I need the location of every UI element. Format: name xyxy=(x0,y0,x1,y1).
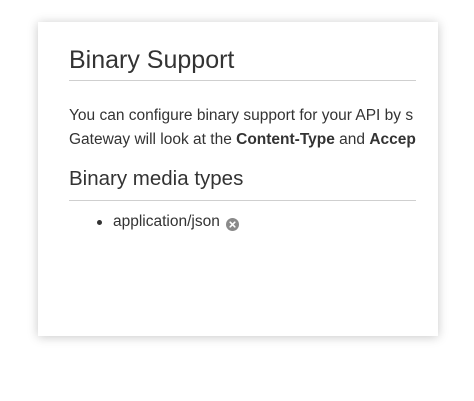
title-divider xyxy=(69,80,416,81)
subtitle-divider xyxy=(69,200,416,201)
panel-content: Binary Support You can configure binary … xyxy=(69,22,416,336)
description: You can configure binary support for you… xyxy=(69,104,416,152)
bullet xyxy=(97,220,102,225)
description-line-2-start: Gateway will look at the xyxy=(69,131,237,148)
remove-circle-icon[interactable] xyxy=(225,216,239,231)
binary-media-types-list: application/json xyxy=(69,211,239,233)
description-line-2-and: and xyxy=(334,131,370,148)
description-line-1: You can configure binary support for you… xyxy=(69,107,414,124)
binary-support-panel: Binary Support You can configure binary … xyxy=(38,22,438,336)
accept-term: Accep xyxy=(369,131,416,148)
page-title: Binary Support xyxy=(69,46,235,74)
media-type-value: application/json xyxy=(113,213,220,230)
binary-media-types-heading: Binary media types xyxy=(69,167,244,190)
list-item: application/json xyxy=(69,211,239,233)
content-type-term: Content-Type xyxy=(236,131,335,148)
